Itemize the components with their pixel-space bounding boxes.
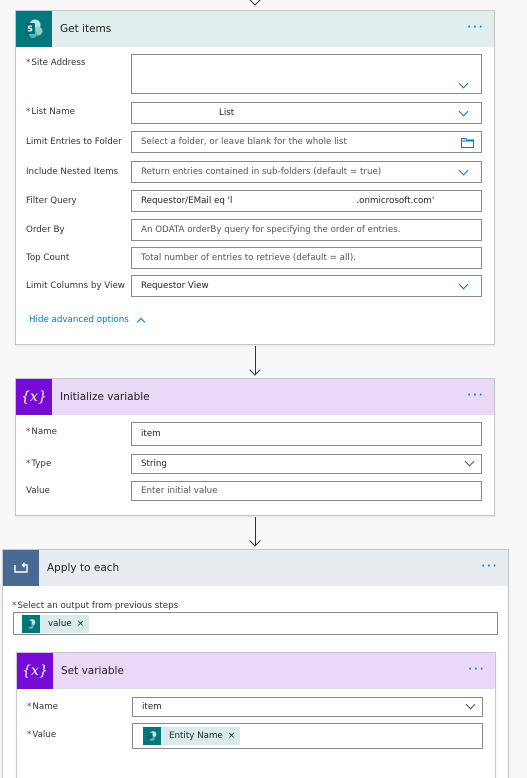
sharepoint-icon: S — [16, 11, 52, 47]
filter-query-prefix: Requestor/EMail eq 'l — [141, 196, 233, 206]
name-label: *Name — [26, 427, 57, 437]
variable-name-value: item — [141, 429, 161, 439]
card-title: Get items — [60, 23, 112, 35]
value-token-label: value — [48, 618, 72, 629]
nested-items-value: Return entries contained in sub-folders … — [141, 167, 382, 177]
name-label: *Name — [27, 702, 58, 712]
card-title: Apply to each — [47, 562, 120, 574]
select-output-input[interactable]: value × — [13, 612, 498, 635]
card-title: Initialize variable — [60, 391, 150, 403]
more-options-icon[interactable]: ··· — [468, 662, 485, 677]
filter-query-label: Filter Query — [26, 196, 77, 206]
select-output-label: *Select an output from previous steps — [12, 601, 179, 611]
set-variable-card: {x} Set variable ··· *Name item *Value E… — [16, 652, 496, 778]
sharepoint-icon — [22, 614, 40, 633]
limit-folder-input[interactable]: Select a folder, or leave blank for the … — [131, 131, 482, 153]
top-count-placeholder: Total number of entries to retrieve (def… — [141, 253, 356, 263]
limit-view-value: Requestor View — [141, 281, 209, 291]
list-name-dropdown[interactable]: List — [131, 102, 482, 124]
remove-token-icon[interactable]: × — [228, 731, 236, 741]
variable-type-dropdown[interactable]: String — [131, 454, 482, 474]
value-label: *Value — [27, 730, 57, 740]
limit-view-label: Limit Columns by View — [26, 281, 125, 291]
set-variable-name-dropdown[interactable]: item — [132, 697, 483, 717]
apply-to-each-card: Apply to each ··· *Select an output from… — [2, 549, 509, 778]
chevron-down-icon[interactable] — [464, 456, 475, 467]
nested-items-dropdown[interactable]: Return entries contained in sub-folders … — [131, 161, 482, 183]
variable-icon: {x} — [17, 653, 53, 689]
chevron-down-icon[interactable] — [458, 165, 469, 176]
top-count-input[interactable]: Total number of entries to retrieve (def… — [131, 247, 482, 269]
connector-arrow — [249, 364, 261, 376]
order-by-input[interactable]: An ODATA orderBy query for specifying th… — [131, 219, 482, 241]
top-count-label: Top Count — [26, 253, 70, 263]
get-items-header[interactable]: S Get items ··· — [16, 11, 494, 47]
more-options-icon[interactable]: ··· — [467, 20, 484, 35]
limit-folder-label: Limit Entries to Folder — [26, 137, 122, 147]
variable-value-placeholder: Enter initial value — [141, 486, 218, 496]
chevron-down-icon[interactable] — [458, 78, 469, 89]
value-token[interactable]: value × — [22, 614, 90, 633]
remove-token-icon[interactable]: × — [77, 619, 85, 629]
chevron-down-icon[interactable] — [458, 106, 469, 117]
hide-advanced-label: Hide advanced options — [29, 315, 129, 325]
set-variable-name-value: item — [142, 702, 162, 712]
variable-type-value: String — [141, 459, 167, 469]
list-name-label: *List Name — [26, 107, 75, 117]
svg-text:S: S — [27, 25, 33, 34]
chevron-up-icon — [136, 317, 146, 327]
type-label: *Type — [26, 459, 52, 469]
limit-folder-placeholder: Select a folder, or leave blank for the … — [141, 137, 347, 147]
list-name-value: List — [219, 108, 235, 118]
entity-name-token[interactable]: Entity Name × — [143, 727, 241, 745]
get-items-card: S Get items ··· *Site Address *List Name… — [15, 10, 495, 345]
site-address-label: *Site Address — [26, 58, 86, 68]
hide-advanced-link[interactable]: Hide advanced options — [29, 315, 146, 327]
limit-view-dropdown[interactable]: Requestor View — [131, 275, 482, 297]
folder-icon[interactable] — [461, 137, 474, 151]
connector-arrow-top — [249, 0, 261, 6]
initialize-variable-header[interactable]: {x} Initialize variable ··· — [16, 379, 494, 415]
set-variable-header[interactable]: {x} Set variable ··· — [17, 653, 495, 689]
more-options-icon[interactable]: ··· — [467, 388, 484, 403]
entity-name-token-label: Entity Name — [169, 731, 223, 741]
filter-query-input[interactable]: Requestor/EMail eq 'l .onmicrosoft.com' — [131, 190, 482, 212]
connector-arrow — [249, 535, 261, 547]
filter-query-suffix: .onmicrosoft.com' — [356, 196, 435, 206]
value-label: Value — [26, 486, 50, 496]
loop-icon — [3, 550, 39, 586]
order-by-label: Order By — [26, 225, 65, 235]
apply-to-each-header[interactable]: Apply to each ··· — [3, 550, 508, 586]
card-title: Set variable — [61, 665, 124, 677]
order-by-placeholder: An ODATA orderBy query for specifying th… — [141, 225, 401, 235]
variable-icon: {x} — [16, 379, 52, 415]
set-variable-value-input[interactable]: Entity Name × — [132, 723, 483, 749]
sharepoint-icon — [143, 727, 161, 745]
site-address-input[interactable] — [131, 54, 482, 94]
chevron-down-icon[interactable] — [458, 279, 469, 290]
initialize-variable-card: {x} Initialize variable ··· *Name item *… — [15, 378, 495, 516]
variable-value-input[interactable]: Enter initial value — [131, 481, 482, 501]
variable-name-input[interactable]: item — [131, 422, 482, 446]
chevron-down-icon[interactable] — [465, 699, 476, 710]
more-options-icon[interactable]: ··· — [481, 559, 498, 574]
nested-items-label: Include Nested Items — [26, 167, 119, 177]
